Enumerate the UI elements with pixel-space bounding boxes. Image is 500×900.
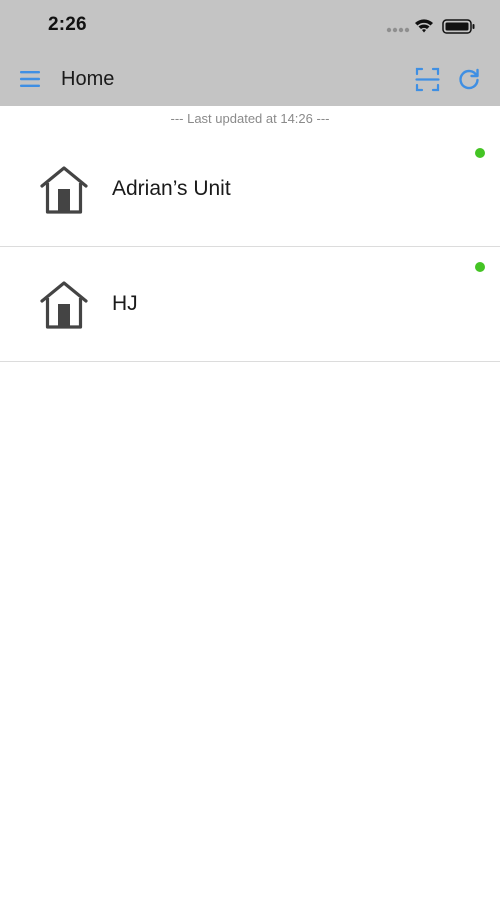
app-header: Home xyxy=(0,52,500,106)
status-bar: 2:26 xyxy=(0,0,500,52)
signal-icon xyxy=(386,27,410,33)
list-item-device[interactable]: Adrian’s Unit xyxy=(0,133,500,247)
refresh-icon[interactable] xyxy=(457,67,481,91)
wifi-icon xyxy=(415,19,433,33)
status-time: 2:26 xyxy=(48,14,87,35)
house-icon xyxy=(39,165,89,215)
device-name: HJ xyxy=(112,292,138,315)
scan-icon[interactable] xyxy=(415,67,440,92)
online-status-indicator xyxy=(475,148,485,158)
status-icons xyxy=(386,16,476,36)
house-icon xyxy=(39,280,89,330)
battery-icon xyxy=(442,19,475,34)
last-updated-text: --- Last updated at 14:26 --- xyxy=(170,111,330,126)
device-name: Adrian’s Unit xyxy=(112,177,231,200)
device-list: Adrian’s Unit HJ xyxy=(0,133,500,362)
menu-icon[interactable] xyxy=(19,69,41,89)
list-item-device[interactable]: HJ xyxy=(0,247,500,362)
online-status-indicator xyxy=(475,262,485,272)
page-title: Home xyxy=(61,68,115,90)
